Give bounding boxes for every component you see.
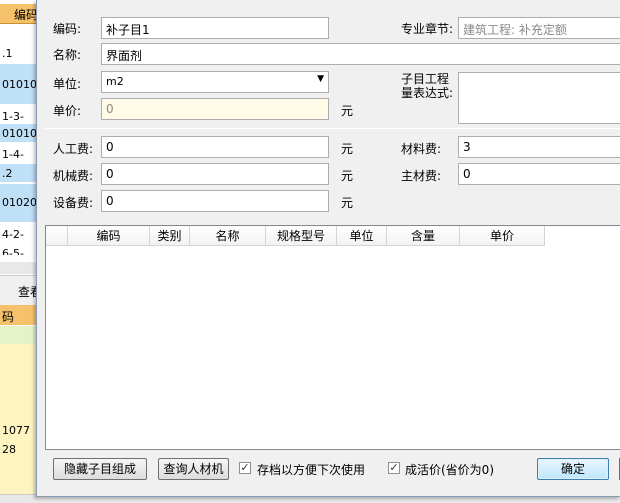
background-cell: 6-5- bbox=[2, 247, 24, 255]
composition-grid[interactable]: 编码 类别 名称 规格型号 单位 含量 单价 bbox=[45, 225, 620, 450]
labor-fee-label: 人工费: bbox=[53, 142, 94, 156]
background-cell: .1 bbox=[2, 47, 13, 60]
background-cell: 4-2- bbox=[2, 228, 24, 241]
divider bbox=[45, 128, 620, 129]
code-input[interactable]: 补子目1 bbox=[101, 17, 329, 39]
name-input[interactable]: 界面剂 bbox=[101, 43, 620, 65]
qty-expr-label: 子目工程 量表达式: bbox=[401, 72, 454, 100]
price-unit: 元 bbox=[341, 104, 354, 118]
material-fee-label: 材料费: bbox=[401, 142, 442, 156]
equipment-fee-label: 设备费: bbox=[53, 196, 94, 210]
grid-corner bbox=[46, 226, 68, 246]
ok-button[interactable]: 确定 bbox=[537, 458, 609, 480]
chapter-label: 专业章节: bbox=[401, 22, 454, 36]
background-cell: 1-4- bbox=[2, 148, 24, 161]
grid-header-name[interactable]: 名称 bbox=[190, 226, 266, 246]
hide-composition-button[interactable]: 隐藏子目组成 bbox=[53, 458, 147, 480]
background-cell: 01020 bbox=[2, 196, 37, 209]
labor-fee-input[interactable]: 0 bbox=[101, 136, 329, 158]
query-resources-button[interactable]: 查询人材机 bbox=[158, 458, 229, 480]
qty-expr-input[interactable] bbox=[458, 72, 620, 124]
price-input[interactable]: 0 bbox=[101, 98, 329, 120]
equipment-fee-unit: 元 bbox=[341, 196, 354, 210]
grid-header-qty[interactable]: 含量 bbox=[387, 226, 460, 246]
material-fee-input[interactable]: 3 bbox=[458, 136, 620, 158]
background-cell: 1077 bbox=[2, 424, 30, 437]
background-cell: 01010 bbox=[2, 78, 37, 91]
unit-label: 单位: bbox=[53, 77, 82, 91]
save-archive-checkbox[interactable]: ✓ bbox=[239, 462, 251, 474]
finished-price-checkbox[interactable]: ✓ bbox=[388, 462, 400, 474]
grid-header-type[interactable]: 类别 bbox=[150, 226, 190, 246]
dialog-footer: 隐藏子目组成 查询人材机 ✓ 存档以方便下次使用 ✓ 成活价(省价为0) 确定 bbox=[45, 450, 620, 490]
chevron-down-icon[interactable]: ▼ bbox=[317, 74, 324, 84]
main-material-fee-input[interactable]: 0 bbox=[458, 163, 620, 185]
supplement-item-dialog: 编码: 补子目1 专业章节: 建筑工程: 补充定额 名称: 界面剂 单位: m2… bbox=[36, 0, 620, 497]
grid-header-unit[interactable]: 单位 bbox=[337, 226, 387, 246]
price-label: 单价: bbox=[53, 104, 82, 118]
background-cell: .2 bbox=[2, 167, 13, 180]
save-archive-label: 存档以方便下次使用 bbox=[257, 463, 366, 477]
machine-fee-input[interactable]: 0 bbox=[101, 163, 329, 185]
equipment-fee-input[interactable]: 0 bbox=[101, 190, 329, 212]
grid-header-price[interactable]: 单价 bbox=[460, 226, 545, 246]
main-material-fee-label: 主材费: bbox=[401, 169, 442, 183]
background-cell: 1-3- bbox=[2, 110, 24, 123]
unit-select[interactable]: m2 ▼ bbox=[101, 71, 329, 93]
name-label: 名称: bbox=[53, 48, 82, 62]
machine-fee-label: 机械费: bbox=[53, 169, 94, 183]
grid-header-code[interactable]: 编码 bbox=[68, 226, 150, 246]
background-tab: 编码 bbox=[14, 8, 39, 22]
code-label: 编码: bbox=[53, 22, 82, 36]
chapter-input[interactable]: 建筑工程: 补充定额 bbox=[458, 17, 620, 39]
dialog-body: 编码: 补子目1 专业章节: 建筑工程: 补充定额 名称: 界面剂 单位: m2… bbox=[45, 0, 620, 490]
labor-fee-unit: 元 bbox=[341, 142, 354, 156]
background-header: 码 bbox=[2, 310, 15, 324]
finished-price-label: 成活价(省价为0) bbox=[405, 463, 494, 477]
background-cell: 01010 bbox=[2, 127, 37, 140]
grid-header-spec[interactable]: 规格型号 bbox=[266, 226, 337, 246]
unit-select-value: m2 bbox=[106, 75, 124, 88]
machine-fee-unit: 元 bbox=[341, 169, 354, 183]
background-cell: 28 bbox=[2, 443, 16, 456]
